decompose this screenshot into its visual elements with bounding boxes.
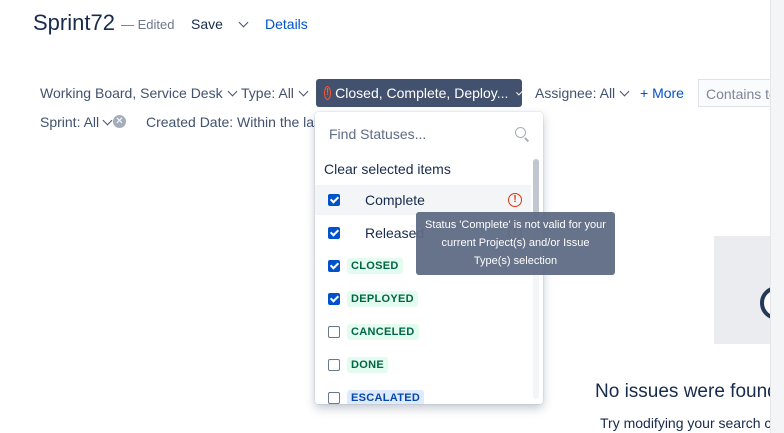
checkbox[interactable]	[328, 392, 340, 404]
chevron-down-icon	[227, 86, 238, 97]
chevron-down-icon	[619, 86, 630, 97]
details-link[interactable]: Details	[265, 16, 308, 32]
status-lozenge: CLOSED	[347, 258, 403, 274]
sprint-filter[interactable]: Sprint: All	[40, 114, 113, 130]
status-lozenge: ESCALATED	[347, 390, 425, 404]
checkbox[interactable]	[328, 227, 340, 239]
status-option-escalated[interactable]: ESCALATED	[315, 383, 531, 404]
status-lozenge: CANCELED	[347, 324, 419, 340]
project-filter[interactable]: Working Board, Service Desk	[40, 85, 238, 101]
dropdown-scrollbar-thumb[interactable]	[533, 159, 539, 219]
status-option-complete[interactable]: Complete !	[315, 185, 531, 215]
chevron-down-icon	[102, 115, 113, 126]
project-filter-label: Working Board, Service Desk	[40, 85, 223, 101]
status-option-deployed[interactable]: DEPLOYED	[315, 284, 531, 314]
more-filters-button[interactable]: + More	[640, 85, 684, 101]
chevron-down-icon	[516, 87, 524, 95]
warning-icon: !	[324, 86, 332, 100]
checkbox[interactable]	[328, 359, 340, 371]
chevron-down-icon	[298, 86, 309, 97]
assignee-filter-label: Assignee: All	[535, 85, 616, 101]
warning-icon: !	[508, 193, 522, 207]
checkbox[interactable]	[328, 326, 340, 338]
checkbox[interactable]	[328, 194, 340, 206]
type-filter-label: Type: All	[241, 85, 294, 101]
search-icon	[515, 127, 526, 138]
status-lozenge: DEPLOYED	[347, 291, 418, 307]
checkbox[interactable]	[328, 293, 340, 305]
clear-sprint-icon[interactable]: ✕	[113, 115, 126, 128]
empty-state-title: No issues were found	[595, 381, 778, 402]
status-lozenge: DONE	[347, 357, 388, 373]
page-title: Sprint72	[33, 10, 115, 35]
status-option-done[interactable]: DONE	[315, 350, 531, 380]
status-filter-button[interactable]: ! Closed, Complete, Deploy...	[316, 79, 524, 107]
page-scrollbar[interactable]	[770, 0, 784, 433]
empty-state-subtitle: Try modifying your search criteria	[600, 415, 784, 431]
assignee-filter[interactable]: Assignee: All	[535, 85, 630, 101]
status-option-canceled[interactable]: CANCELED	[315, 317, 531, 347]
save-button[interactable]: Save	[191, 16, 223, 32]
created-date-filter[interactable]: Created Date: Within the last	[146, 114, 325, 130]
type-filter[interactable]: Type: All	[241, 85, 309, 101]
edited-indicator: — Edited	[121, 17, 175, 32]
status-option-label: Complete	[365, 192, 425, 208]
find-statuses-input[interactable]	[329, 126, 499, 142]
save-options-chevron-icon[interactable]	[238, 17, 249, 28]
warning-tooltip: Status 'Complete' is not valid for your …	[416, 212, 615, 275]
status-filter-label: Closed, Complete, Deploy...	[335, 85, 509, 101]
sprint-filter-label: Sprint: All	[40, 114, 100, 130]
checkbox[interactable]	[328, 260, 340, 272]
clear-selected-items-button[interactable]: Clear selected items	[324, 161, 451, 177]
